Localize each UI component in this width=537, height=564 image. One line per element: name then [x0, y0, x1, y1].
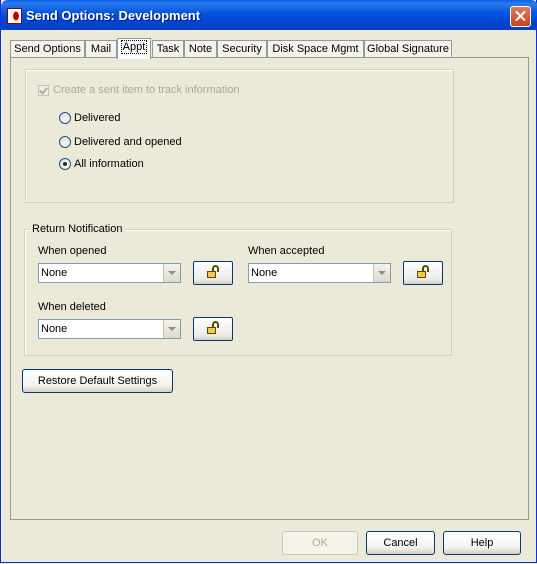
radio-delivered[interactable] [59, 112, 71, 124]
chevron-down-icon[interactable] [373, 264, 390, 282]
when-opened-label: When opened [38, 245, 107, 257]
tab-security[interactable]: Security [217, 40, 267, 58]
help-button[interactable]: Help [443, 531, 521, 555]
when-deleted-lock-button[interactable] [193, 317, 233, 341]
send-options-window: Send Options: Development Send Options M… [0, 0, 537, 563]
when-opened-value: None [41, 267, 68, 279]
when-deleted-select[interactable]: None [38, 319, 181, 339]
when-accepted-label: When accepted [248, 245, 325, 257]
return-notification-group: Return Notification When opened None Whe… [24, 223, 452, 356]
chevron-down-icon[interactable] [163, 264, 180, 282]
ok-button[interactable]: OK [282, 531, 358, 555]
restore-default-settings-button[interactable]: Restore Default Settings [22, 369, 173, 393]
when-deleted-value: None [41, 323, 68, 335]
close-icon[interactable] [510, 6, 531, 27]
when-opened-lock-button[interactable] [193, 261, 233, 285]
tab-disk-space-mgmt[interactable]: Disk Space Mgmt [267, 40, 364, 58]
radio-all-information[interactable] [59, 158, 71, 170]
when-accepted-select[interactable]: None [248, 263, 391, 283]
title-bar[interactable]: Send Options: Development [1, 0, 537, 30]
create-sent-item-checkbox[interactable] [38, 85, 49, 96]
radio-delivered-and-opened-label: Delivered and opened [74, 136, 182, 148]
tab-task[interactable]: Task [152, 40, 184, 58]
cancel-button[interactable]: Cancel [366, 531, 435, 555]
create-sent-item-label: Create a sent item to track information [53, 84, 240, 96]
appt-tab-panel: Create a sent item to track information … [10, 57, 529, 520]
app-icon [7, 8, 22, 24]
return-notification-legend: Return Notification [30, 223, 125, 235]
radio-all-information-label: All information [74, 158, 144, 170]
window-title: Send Options: Development [26, 8, 201, 23]
tab-global-signature[interactable]: Global Signature [364, 40, 452, 58]
radio-delivered-and-opened[interactable] [59, 136, 71, 148]
chevron-down-icon[interactable] [163, 320, 180, 338]
tracking-group: Create a sent item to track information … [25, 69, 454, 203]
when-deleted-label: When deleted [38, 301, 106, 313]
tab-mail[interactable]: Mail [85, 40, 117, 58]
when-opened-select[interactable]: None [38, 263, 181, 283]
when-accepted-lock-button[interactable] [403, 261, 443, 285]
tab-appt[interactable]: Appt [117, 38, 151, 59]
when-accepted-value: None [251, 267, 278, 279]
radio-delivered-label: Delivered [74, 112, 121, 124]
tab-note[interactable]: Note [184, 40, 217, 58]
tab-send-options[interactable]: Send Options [10, 40, 85, 58]
